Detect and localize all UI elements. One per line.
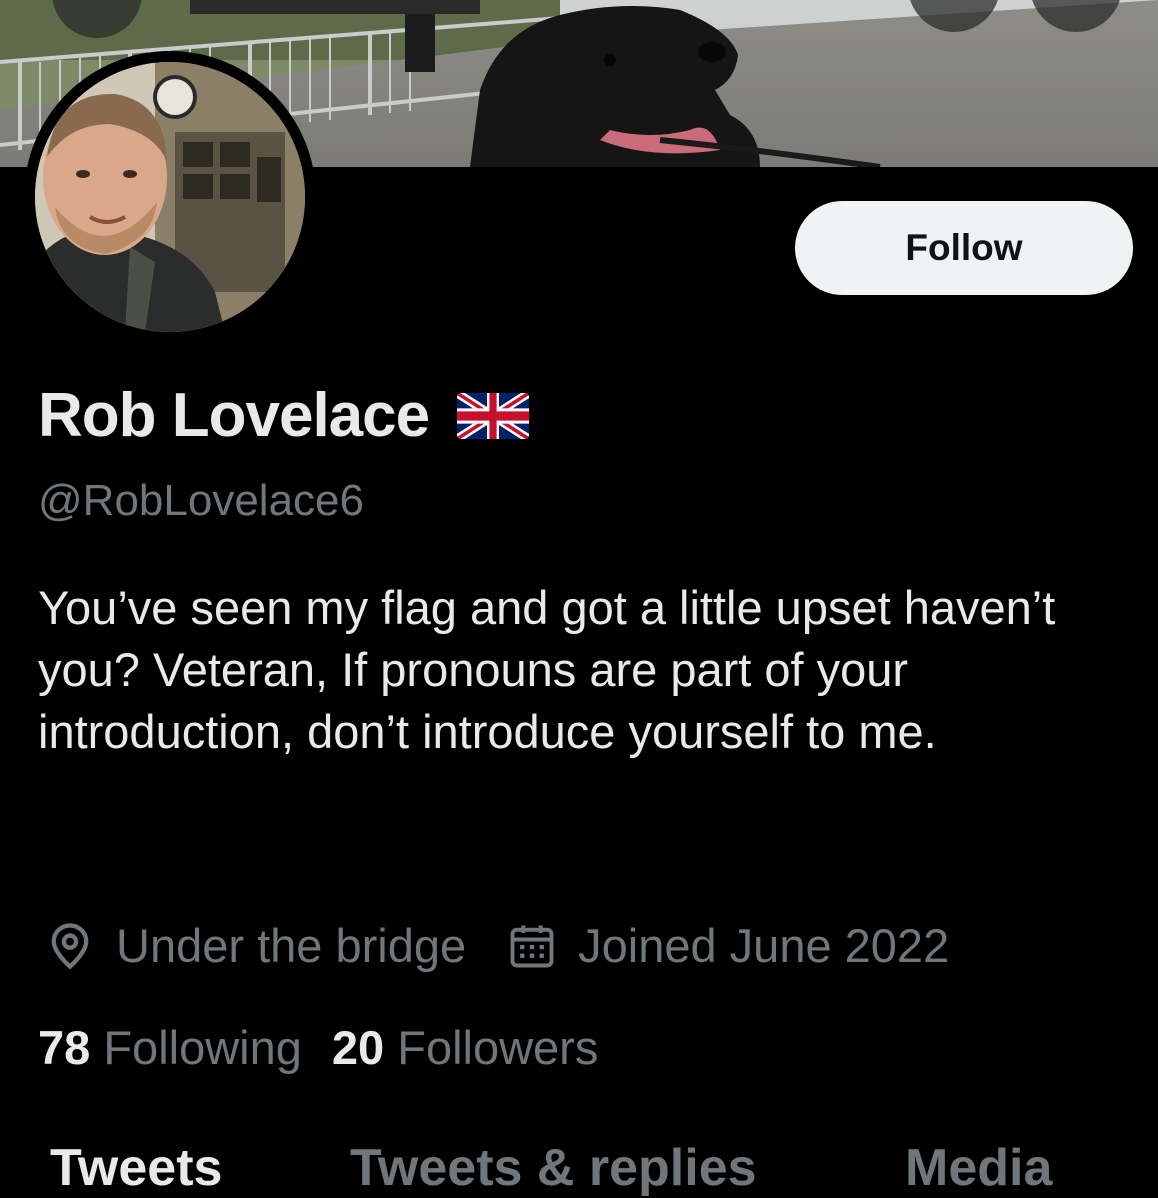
followers-link[interactable]: 20 Followers [332,1020,598,1075]
tab-tweets[interactable]: Tweets [50,1138,222,1198]
profile-name-row: Rob Lovelace [38,378,530,453]
following-count: 78 [38,1021,91,1074]
location-pin-icon [44,919,96,973]
uk-flag-icon [457,392,530,439]
tab-media[interactable]: Media [905,1138,1052,1198]
following-link[interactable]: 78 Following [38,1020,302,1075]
profile-stats: 78 Following 20 Followers [38,1020,598,1075]
profile-meta: Under the bridge Joined June 2022 [44,918,949,973]
avatar-image [35,62,305,332]
profile-bio: You’ve seen my flag and got a little ups… [38,581,1056,758]
calendar-icon [506,920,558,972]
profile-tabs: Tweets Tweets & replies Media [0,1138,1158,1198]
location-text: Under the bridge [116,919,467,972]
followers-count: 20 [331,1021,385,1074]
avatar[interactable] [35,62,305,332]
avatar-border [24,51,316,343]
follow-button[interactable]: Follow [795,201,1133,295]
followers-label: Followers [397,1021,599,1074]
profile-handle: @RobLovelace6 [38,476,364,525]
profile-name: Rob Lovelace [38,381,430,450]
joined-item: Joined June 2022 [506,918,949,973]
following-label: Following [103,1021,302,1074]
tab-tweets-replies[interactable]: Tweets & replies [350,1138,757,1198]
location-item: Under the bridge [44,918,466,973]
joined-text: Joined June 2022 [578,919,950,972]
follow-button-label: Follow [905,227,1023,268]
